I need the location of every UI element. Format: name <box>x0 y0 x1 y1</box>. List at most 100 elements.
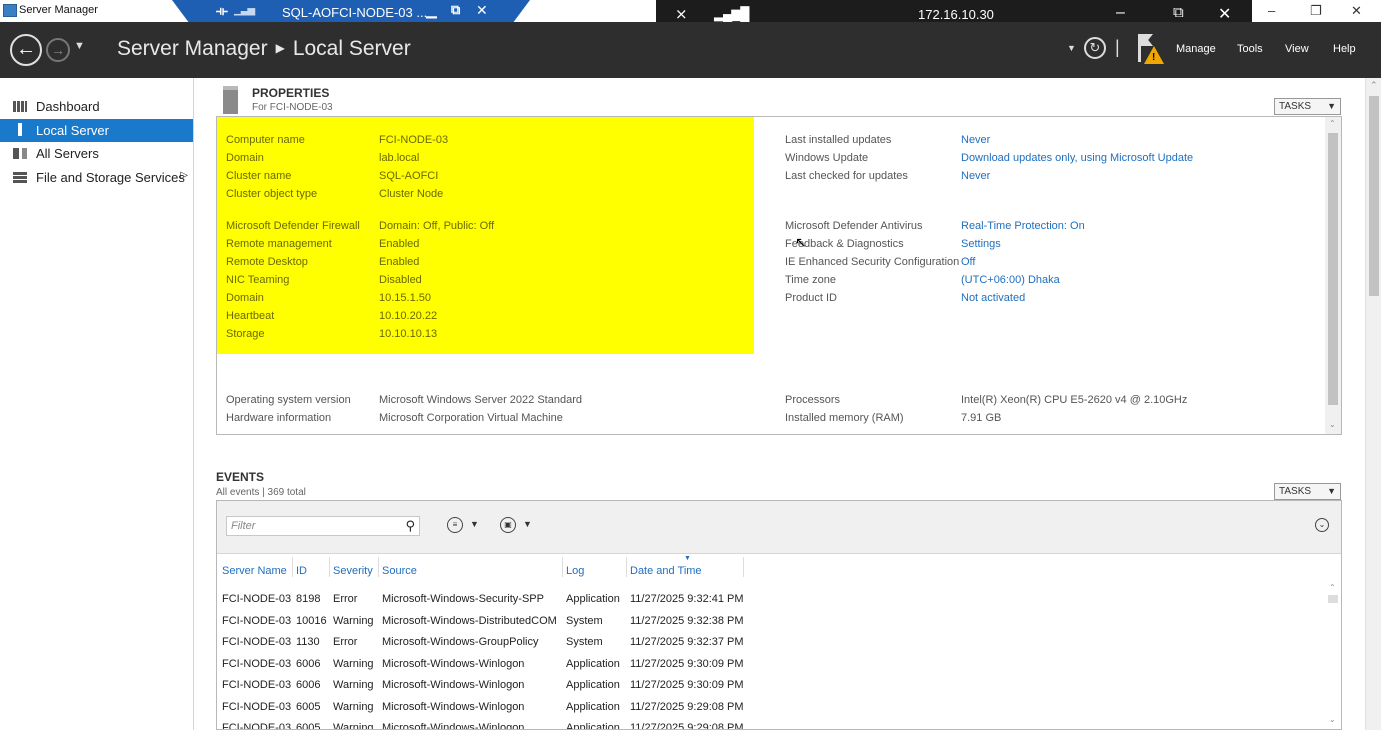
column-header[interactable]: Log <box>566 565 584 577</box>
property-value-link[interactable]: Off <box>961 256 975 268</box>
menu-help[interactable]: Help <box>1333 43 1356 55</box>
restore-icon[interactable]: ⧉ <box>1173 4 1184 21</box>
table-cell: Application <box>566 593 620 605</box>
close-icon[interactable]: ✕ <box>476 2 488 19</box>
window-minimize-icon[interactable]: – <box>1268 3 1275 18</box>
sidebar-item-dashboard[interactable]: Dashboard <box>0 95 193 118</box>
column-divider[interactable] <box>743 557 744 577</box>
property-value-link[interactable]: Not activated <box>961 292 1025 304</box>
back-arrow-icon[interactable]: ← <box>10 34 42 66</box>
column-header[interactable]: Source <box>382 565 417 577</box>
expand-chevron-icon[interactable]: ⌄ <box>1315 518 1329 532</box>
property-value-link[interactable]: 10.15.1.50 <box>379 292 431 304</box>
restore-icon[interactable]: ⧉ <box>451 2 460 18</box>
chevron-right-icon[interactable]: ▷ <box>180 170 188 181</box>
notifications-flag-icon[interactable]: ! <box>1136 32 1166 66</box>
pin-icon[interactable]: ⟛ <box>216 3 228 19</box>
scroll-down-icon[interactable]: ⌄ <box>1329 420 1336 429</box>
column-divider[interactable] <box>329 557 330 577</box>
search-icon[interactable]: ⚲ <box>405 518 415 534</box>
property-label: Operating system version <box>226 394 351 406</box>
close-icon[interactable]: ✕ <box>1218 4 1231 24</box>
property-value-link[interactable]: SQL-AOFCI <box>379 170 438 182</box>
events-tasks-button[interactable]: TASKS ▼ <box>1274 483 1341 500</box>
table-cell: 6006 <box>296 679 321 691</box>
scroll-thumb[interactable] <box>1328 595 1338 603</box>
main-content: PROPERTIES For FCI-NODE-03 TASKS ▼ Comput… <box>195 78 1365 730</box>
column-divider[interactable] <box>626 557 627 577</box>
window-maximize-icon[interactable]: ❐ <box>1310 3 1322 19</box>
server-manager-header: ← → ▼ Server Manager ▶ Local Server ▼ ↻ | … <box>0 22 1381 78</box>
property-value-link[interactable]: Never <box>961 170 990 182</box>
list-options-icon[interactable]: ≡ <box>447 517 463 533</box>
column-header[interactable]: Date and Time <box>630 565 702 577</box>
table-cell: 11/27/2025 9:30:09 PM <box>630 657 744 670</box>
property-label: Computer name <box>226 134 305 146</box>
sidebar-item-file-storage[interactable]: File and Storage Services ▷ <box>0 166 193 189</box>
connection-quality-icon[interactable]: ▂▄▆█ <box>714 6 749 22</box>
forward-arrow-icon[interactable]: → <box>46 38 70 62</box>
table-cell: 1130 <box>296 636 320 648</box>
column-divider[interactable] <box>292 557 293 577</box>
table-cell: 11/27/2025 9:29:08 PM <box>630 700 744 713</box>
scroll-up-icon[interactable]: ⌃ <box>1370 80 1378 91</box>
column-divider[interactable] <box>562 557 563 577</box>
sidebar-item-local-server[interactable]: Local Server <box>0 119 193 142</box>
property-value-link[interactable]: Disabled <box>379 274 422 286</box>
property-value-link[interactable]: 10.10.10.13 <box>379 328 437 340</box>
table-cell: Warning <box>333 679 374 691</box>
window-close-icon[interactable]: ✕ <box>1351 3 1362 19</box>
rdp-session-tab[interactable]: ⟛ ▁▃▅ SQL-AOFCI-NODE-03 ... ▁ ⧉ ✕ <box>172 0 530 24</box>
minimize-icon[interactable]: ▁ <box>426 2 437 19</box>
refresh-dropdown-icon[interactable]: ▼ <box>1067 43 1076 53</box>
events-toolbar: Filter ⚲ ≡ ▼ ▣ ▼ ⌄ <box>217 501 1341 554</box>
column-header[interactable]: ID <box>296 565 307 577</box>
column-divider[interactable] <box>378 557 379 577</box>
minimize-icon[interactable]: – <box>1116 4 1125 22</box>
scroll-thumb[interactable] <box>1369 96 1379 296</box>
scroll-up-icon[interactable]: ⌃ <box>1329 119 1336 128</box>
history-dropdown-icon[interactable]: ▼ <box>74 40 85 52</box>
menu-manage[interactable]: Manage <box>1176 43 1216 55</box>
property-value-link[interactable]: Cluster Node <box>379 188 443 200</box>
scroll-thumb[interactable] <box>1328 133 1338 405</box>
save-query-dropdown-icon[interactable]: ▼ <box>523 519 532 529</box>
menu-tools[interactable]: Tools <box>1237 43 1263 55</box>
table-cell: FCI-NODE-03 <box>222 657 292 670</box>
filter-input[interactable]: Filter ⚲ <box>226 516 420 536</box>
properties-tasks-button[interactable]: TASKS ▼ <box>1274 98 1341 115</box>
column-header[interactable]: Severity <box>333 565 373 577</box>
property-value-link[interactable]: Enabled <box>379 238 419 250</box>
scroll-down-icon[interactable]: ⌄ <box>1329 715 1336 724</box>
properties-scrollbar[interactable]: ⌃ ⌄ <box>1325 117 1341 434</box>
list-options-dropdown-icon[interactable]: ▼ <box>470 519 479 529</box>
table-cell: Microsoft-Windows-GroupPolicy <box>382 636 539 648</box>
events-scrollbar[interactable]: ⌃ ⌄ <box>1325 581 1341 729</box>
sidebar-item-all-servers[interactable]: All Servers <box>0 142 193 165</box>
property-value-link[interactable]: Domain: Off, Public: Off <box>379 220 494 232</box>
page-scrollbar[interactable]: ⌃ <box>1365 78 1381 730</box>
refresh-icon[interactable]: ↻ <box>1084 37 1106 59</box>
property-value-link[interactable]: Settings <box>961 238 1001 250</box>
property-value-link[interactable]: 10.10.20.22 <box>379 310 437 322</box>
breadcrumb-root[interactable]: Server Manager <box>117 37 268 60</box>
property-value-link[interactable]: Never <box>961 134 990 146</box>
property-value-link[interactable]: FCI-NODE-03 <box>379 134 448 146</box>
property-value-link[interactable]: lab.local <box>379 152 419 164</box>
table-cell: Microsoft-Windows-Winlogon <box>382 700 525 713</box>
scroll-up-icon[interactable]: ⌃ <box>1329 583 1336 592</box>
column-header[interactable]: Server Name <box>222 565 287 577</box>
property-value-link[interactable]: Download updates only, using Microsoft U… <box>961 152 1193 164</box>
table-cell: Microsoft-Windows-Winlogon <box>382 657 525 670</box>
property-value-link[interactable]: Real-Time Protection: On <box>961 220 1085 232</box>
menu-view[interactable]: View <box>1285 43 1309 55</box>
property-value-link[interactable]: Enabled <box>379 256 419 268</box>
table-cell: 8198 <box>296 593 321 605</box>
unpin-icon[interactable]: ⨯ <box>675 5 688 23</box>
save-query-icon[interactable]: ▣ <box>500 517 516 533</box>
property-label: Cluster object type <box>226 188 318 200</box>
table-cell: FCI-NODE-03 <box>222 722 292 730</box>
property-value-link[interactable]: (UTC+06:00) Dhaka <box>961 274 1060 286</box>
tasks-label: TASKS <box>1279 486 1312 497</box>
file-storage-icon <box>13 172 27 183</box>
